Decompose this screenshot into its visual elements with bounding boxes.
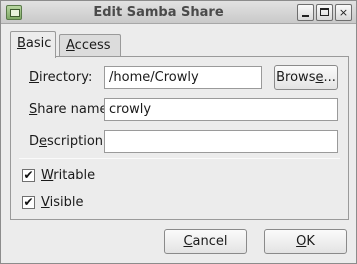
writable-checkbox[interactable]: ✔ bbox=[22, 169, 35, 182]
cancel-button[interactable]: Cancel bbox=[164, 229, 247, 254]
tab-basic[interactable]: Basic bbox=[10, 31, 56, 58]
browse-label-pre: Brows bbox=[276, 70, 316, 85]
description-label: Description: bbox=[29, 134, 107, 149]
directory-label-mnemonic: D bbox=[29, 70, 40, 85]
browse-label-post: ... bbox=[323, 70, 336, 85]
visible-checkbox[interactable]: ✔ bbox=[22, 196, 35, 209]
share-name-label-text: hare name: bbox=[37, 102, 112, 117]
description-label-post: scription: bbox=[47, 134, 108, 149]
tab-basic-mnemonic: B bbox=[17, 36, 26, 51]
tab-access-label: ccess bbox=[74, 38, 111, 53]
description-label-mnemonic: e bbox=[39, 134, 48, 149]
visible-label[interactable]: Visible bbox=[41, 195, 83, 210]
close-button[interactable]: × bbox=[335, 4, 352, 21]
cancel-mnemonic: C bbox=[183, 234, 193, 249]
share-name-field[interactable] bbox=[104, 98, 338, 121]
share-name-label: Share name: bbox=[29, 102, 112, 117]
writable-label-mnemonic: W bbox=[41, 168, 54, 183]
cancel-label: ancel bbox=[192, 234, 228, 249]
separator bbox=[19, 158, 340, 159]
ok-mnemonic: O bbox=[296, 234, 307, 249]
tab-access-mnemonic: A bbox=[66, 38, 75, 53]
directory-field[interactable] bbox=[104, 66, 262, 89]
minimize-icon bbox=[302, 15, 309, 17]
tab-access[interactable]: Access bbox=[59, 34, 121, 57]
writable-label[interactable]: Writable bbox=[41, 168, 95, 183]
basic-tab-panel: Directory: Browse... Share name: Descrip… bbox=[10, 56, 349, 220]
ok-label: K bbox=[306, 234, 315, 249]
directory-label-text: irectory: bbox=[39, 70, 93, 85]
maximize-icon bbox=[320, 8, 329, 16]
description-field[interactable] bbox=[104, 130, 338, 153]
maximize-button[interactable] bbox=[316, 4, 333, 21]
edit-samba-share-dialog: Edit Samba Share × Basic Access Director… bbox=[0, 0, 357, 264]
visible-label-mnemonic: V bbox=[41, 195, 50, 210]
writable-label-text: ritable bbox=[53, 168, 96, 183]
directory-label: Directory: bbox=[29, 70, 92, 85]
visible-label-text: isible bbox=[49, 195, 84, 210]
description-label-pre: D bbox=[29, 134, 40, 149]
minimize-button[interactable] bbox=[297, 4, 314, 21]
browse-button[interactable]: Browse... bbox=[274, 65, 338, 90]
close-icon: × bbox=[338, 6, 349, 19]
title-bar[interactable]: Edit Samba Share × bbox=[1, 1, 356, 24]
ok-button[interactable]: OK bbox=[264, 229, 347, 254]
tab-basic-label: asic bbox=[25, 36, 52, 51]
